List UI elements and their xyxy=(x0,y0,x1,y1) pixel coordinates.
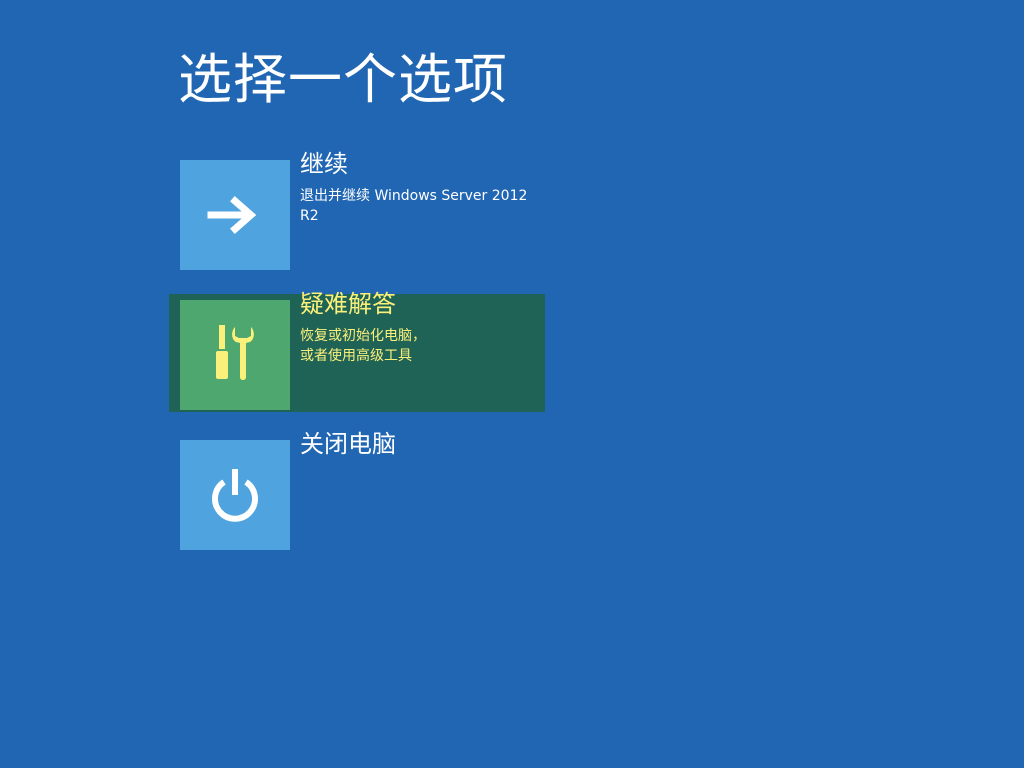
troubleshoot-option[interactable]: 疑难解答 恢复或初始化电脑， 或者使用高级工具 xyxy=(169,290,545,412)
shutdown-option[interactable]: 关闭电脑 xyxy=(169,430,545,552)
troubleshoot-tile[interactable] xyxy=(180,300,290,410)
continue-description: 退出并继续 Windows Server 2012 R2 xyxy=(300,188,528,224)
shutdown-title: 关闭电脑 xyxy=(300,430,396,458)
shutdown-tile[interactable] xyxy=(180,440,290,550)
continue-title: 继续 xyxy=(300,150,348,178)
power-icon xyxy=(212,469,258,522)
arrow-right-icon xyxy=(207,196,257,234)
continue-tile[interactable] xyxy=(180,160,290,270)
shutdown-text: 关闭电脑 xyxy=(300,430,540,458)
continue-text: 继续 退出并继续 Windows Server 2012 R2 xyxy=(300,150,540,226)
troubleshoot-text: 疑难解答 恢复或初始化电脑， 或者使用高级工具 xyxy=(300,290,540,366)
troubleshoot-description: 恢复或初始化电脑， 或者使用高级工具 xyxy=(300,328,426,364)
continue-option[interactable]: 继续 退出并继续 Windows Server 2012 R2 xyxy=(169,150,545,272)
page-title: 选择一个选项 xyxy=(178,48,508,111)
tools-icon xyxy=(216,325,254,380)
troubleshoot-title: 疑难解答 xyxy=(300,290,396,318)
